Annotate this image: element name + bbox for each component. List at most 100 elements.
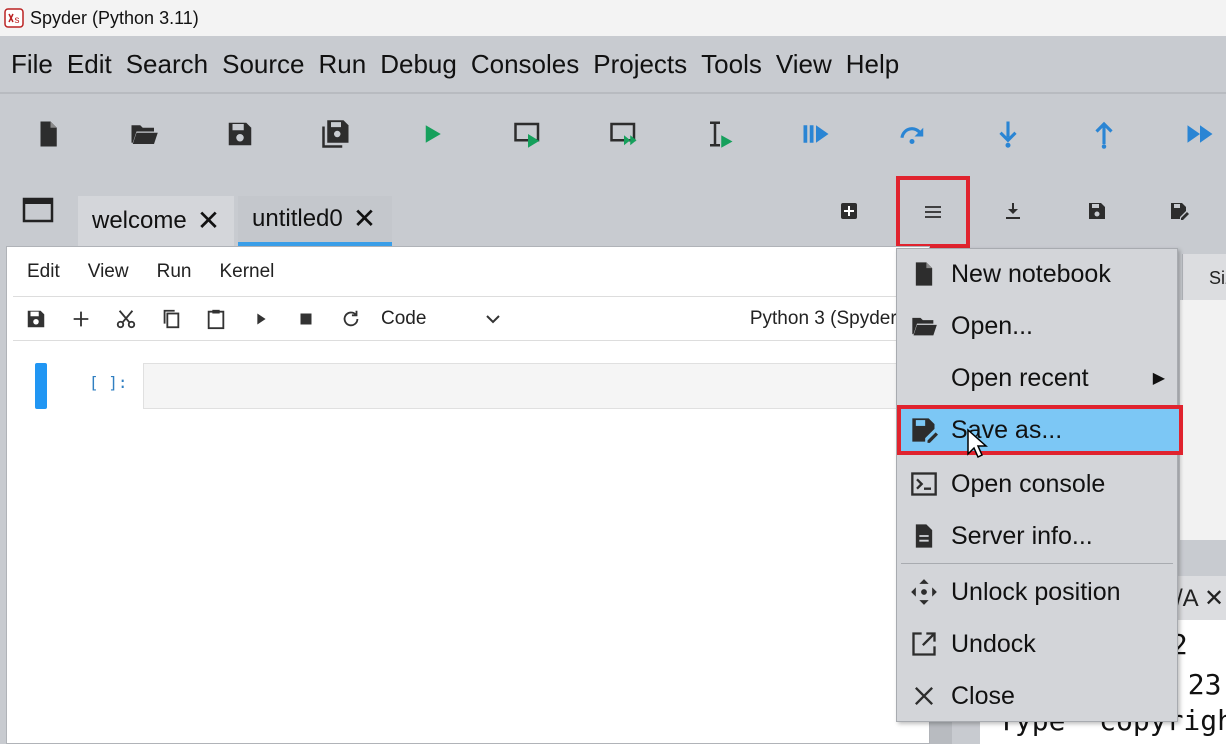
menu-item-label: Open recent [951,363,1089,392]
options-menu-button[interactable] [896,176,970,248]
copy-cell-button[interactable] [148,299,193,339]
run-cell-button[interactable] [238,299,283,339]
save-button[interactable] [220,114,260,154]
save-as-icon [912,418,938,443]
menu-search[interactable]: Search [119,49,215,80]
hamburger-icon [925,206,941,218]
copy-icon [163,309,179,328]
cell-prompt: [ ]: [89,373,128,392]
continue-button[interactable] [1180,114,1220,154]
restart-kernel-button[interactable] [328,299,373,339]
run-cell-advance-button[interactable] [604,114,644,154]
notebook-menu-kernel[interactable]: Kernel [205,261,288,283]
notebook-toolbar: Code Python 3 (Spyder) [13,297,913,341]
debug-button[interactable] [796,114,836,154]
insert-cell-button[interactable] [58,299,103,339]
open-file-button[interactable] [124,114,164,154]
menu-item-undock[interactable]: Undock [897,619,1177,669]
right-save-as-button[interactable] [1162,196,1196,226]
code-cell-input[interactable] [143,363,933,409]
size-column-header[interactable]: Siz [1182,254,1226,302]
menu-projects[interactable]: Projects [586,49,694,80]
menu-debug[interactable]: Debug [373,49,464,80]
tab-untitled0[interactable]: untitled0 ✕ [238,196,392,246]
notebook-menu-run[interactable]: Run [143,261,206,283]
plus-box-icon [841,203,857,219]
play-icon [256,313,266,324]
step-out-button[interactable] [1084,114,1124,154]
menu-view[interactable]: View [769,49,839,80]
menu-item-open[interactable]: Open... [897,301,1177,351]
clipboard-icon [207,309,224,329]
right-save-button[interactable] [1080,196,1114,226]
cut-cell-button[interactable] [103,299,148,339]
notebook-menu-bar: Edit View Run Kernel [13,247,913,297]
menu-item-label: Open... [951,311,1033,340]
menu-file[interactable]: File [4,49,60,80]
browse-tabs-icon[interactable] [22,196,54,224]
step-over-button[interactable] [892,114,932,154]
tab-welcome[interactable]: welcome ✕ [78,196,234,246]
menu-item-open-console[interactable]: Open console [897,459,1177,509]
menu-item-save-as[interactable]: Save as... [897,405,1183,455]
menu-help[interactable]: Help [839,49,906,80]
main-toolbar [0,94,1226,174]
svg-text:s: s [15,15,20,26]
menu-source[interactable]: Source [215,49,311,80]
options-dropdown-menu: New notebook Open... Open recent ▶ Save … [896,248,1183,722]
menu-consoles[interactable]: Consoles [464,49,586,80]
kernel-name[interactable]: Python 3 (Spyder) [750,308,903,330]
tab-label: welcome [92,207,187,234]
run-file-button[interactable] [412,114,452,154]
menu-item-new-notebook[interactable]: New notebook [897,249,1177,299]
menu-item-unlock-position[interactable]: Unlock position [897,567,1177,617]
menu-item-label: Close [951,681,1015,710]
undock-icon [912,632,936,656]
close-tab-icon[interactable]: ✕ [353,205,376,233]
tab-label: untitled0 [252,205,343,232]
notebook-menu-edit[interactable]: Edit [13,261,74,283]
submenu-arrow-icon: ▶ [1152,370,1165,387]
new-notebook-icon [915,262,933,286]
new-tab-button[interactable] [832,196,866,226]
title-bar: s Spyder (Python 3.11) [0,0,1226,36]
menu-separator [901,563,1173,564]
active-cell-indicator [35,363,47,409]
continue-icon [1187,125,1213,143]
console-icon [911,472,937,496]
open-folder-icon [912,317,937,336]
interrupt-kernel-button[interactable] [283,299,328,339]
save-all-button[interactable] [316,114,356,154]
step-out-icon [1095,121,1113,149]
step-into-icon [999,121,1017,148]
plus-icon [73,311,88,326]
notebook-menu-view[interactable]: View [74,261,143,283]
step-into-button[interactable] [988,114,1028,154]
move-icon [911,579,937,605]
run-cell-advance-icon [610,122,637,146]
download-icon [1006,203,1020,219]
save-icon [1089,203,1105,219]
menu-edit[interactable]: Edit [60,49,119,80]
menu-item-close[interactable]: Close [897,671,1177,721]
run-selection-button[interactable] [700,114,740,154]
run-cell-icon [514,122,540,148]
menu-run[interactable]: Run [312,49,374,80]
menu-tools[interactable]: Tools [694,49,769,80]
menu-item-server-info[interactable]: Server info... [897,511,1177,561]
run-cell-button[interactable] [508,114,548,154]
close-tab-icon[interactable]: ✕ [197,207,220,235]
step-over-icon [900,127,924,144]
console-tab[interactable]: /A ✕ [1176,576,1226,620]
paste-cell-button[interactable] [193,299,238,339]
new-file-button[interactable] [28,114,68,154]
run-icon [425,125,441,143]
cell-type-select[interactable]: Code [381,308,501,330]
download-button[interactable] [996,196,1030,226]
notebook-save-button[interactable] [13,299,58,339]
menu-item-open-recent[interactable]: Open recent ▶ [897,353,1177,403]
save-all-icon [322,120,349,148]
new-file-icon [40,121,57,147]
save-icon [27,310,44,327]
document-icon [915,524,933,548]
